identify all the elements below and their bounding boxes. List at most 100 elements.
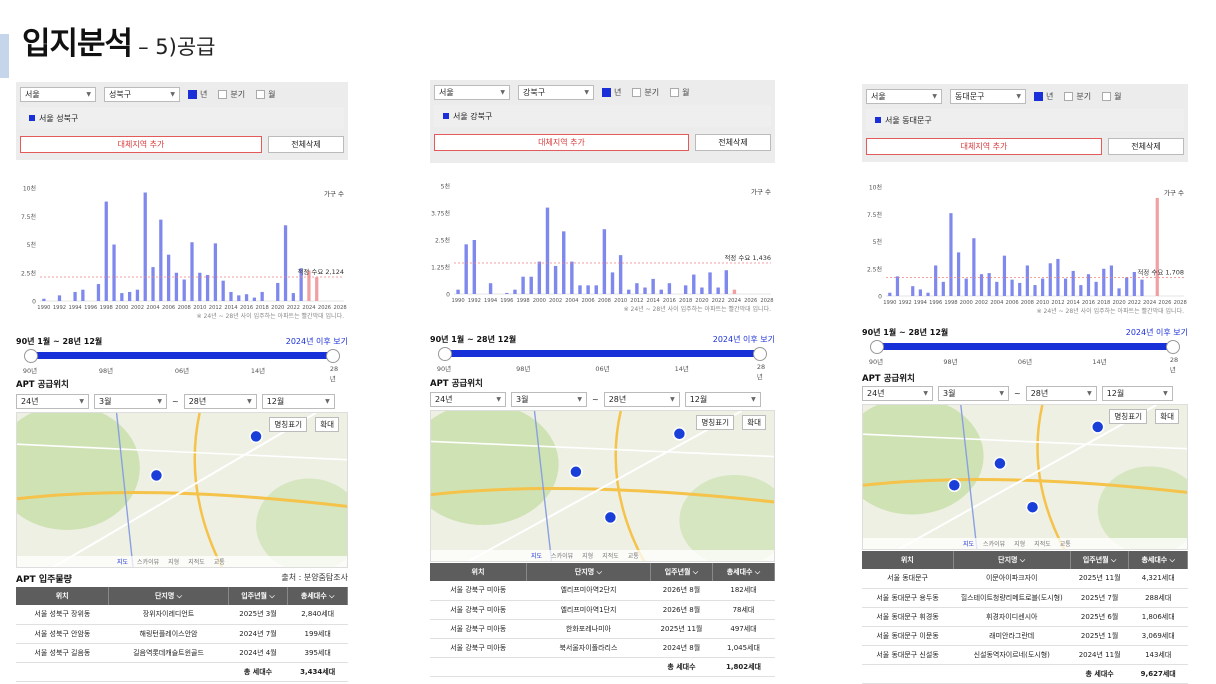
end-month-select[interactable]: 12월 ▼	[261, 394, 335, 409]
map-label-toggle-button[interactable]: 명칭표기	[269, 417, 307, 432]
column-header[interactable]: 입주년월 ⌵	[1070, 551, 1130, 569]
column-header[interactable]: 총세대수 ⌵	[1128, 551, 1188, 569]
checkbox[interactable]	[1034, 92, 1043, 101]
slider-start-handle[interactable]	[24, 348, 38, 363]
start-year-select[interactable]: 24년 ▼	[16, 394, 89, 409]
view-after-2024-link[interactable]: 2024년 이후 보기	[713, 334, 775, 345]
map-type-tab[interactable]: 지도	[531, 551, 542, 560]
freq-option-1[interactable]: 분기	[218, 89, 245, 100]
map-zoom-button[interactable]: 확대	[742, 415, 766, 430]
end-month-select[interactable]: 12월 ▼	[684, 392, 761, 407]
start-year-select[interactable]: 24년 ▼	[862, 386, 933, 401]
start-year-select[interactable]: 24년 ▼	[430, 392, 506, 407]
end-year-select[interactable]: 28년 ▼	[603, 392, 680, 407]
delete-all-button[interactable]: 전체삭제	[695, 134, 771, 151]
checkbox[interactable]	[670, 88, 680, 97]
start-month-select[interactable]: 3월 ▼	[938, 386, 1009, 401]
delete-all-button[interactable]: 전체삭제	[268, 136, 344, 153]
column-header[interactable]: 입주년월 ⌵	[650, 563, 713, 581]
map-pin-icon[interactable]	[993, 456, 1007, 471]
start-month-select[interactable]: 3월 ▼	[511, 392, 587, 407]
district-select[interactable]: 동대문구 ▼	[950, 89, 1026, 104]
map-pin-icon[interactable]	[603, 510, 618, 525]
slider-start-handle[interactable]	[870, 339, 884, 354]
range-slider-track[interactable]	[444, 350, 761, 357]
checkbox[interactable]	[602, 88, 611, 97]
legend-swatch	[875, 117, 881, 123]
map-type-tab[interactable]: 지형	[1014, 539, 1025, 548]
map-type-tab[interactable]: 교통	[628, 551, 639, 560]
map-type-tab[interactable]: 교통	[214, 557, 225, 566]
map-type-tab[interactable]: 지도	[117, 557, 128, 566]
map-type-tab[interactable]: 지적도	[188, 557, 205, 566]
map-pin-icon[interactable]	[1090, 420, 1105, 434]
bar	[659, 289, 663, 294]
map-type-tab[interactable]: 스카이뷰	[983, 539, 1005, 548]
x-tick-label: 2012	[209, 305, 222, 311]
column-header[interactable]: 단지명 ⌵	[953, 551, 1071, 569]
table-cell: 한화포레나미아	[526, 619, 651, 639]
freq-option-2[interactable]: 월	[1102, 91, 1121, 102]
apt-location-map[interactable]: 명칭표기 확대지도 스카이뷰 지형 지적도 교통	[862, 404, 1188, 550]
map-label-toggle-button[interactable]: 명칭표기	[1109, 409, 1147, 424]
map-type-tab[interactable]: 교통	[1060, 539, 1071, 548]
checkbox[interactable]	[632, 88, 642, 97]
map-pin-icon[interactable]	[1025, 500, 1040, 514]
end-year-select[interactable]: 28년 ▼	[183, 394, 257, 409]
slider-end-handle[interactable]	[753, 346, 767, 361]
freq-option-1[interactable]: 분기	[1064, 91, 1091, 102]
map-pin-icon[interactable]	[149, 468, 164, 483]
range-slider-track[interactable]	[30, 352, 334, 359]
freq-option-0[interactable]: 년	[602, 87, 621, 98]
map-type-tab[interactable]: 스카이뷰	[137, 557, 159, 566]
map-type-tab[interactable]: 지도	[963, 539, 974, 548]
column-header[interactable]: 단지명 ⌵	[526, 563, 651, 581]
column-header[interactable]: 총세대수 ⌵	[712, 563, 776, 581]
map-type-tab[interactable]: 스카이뷰	[551, 551, 573, 560]
add-region-button[interactable]: 대체지역 추가	[434, 134, 689, 151]
city-select[interactable]: 서울 ▼	[20, 87, 96, 102]
map-type-tab[interactable]: 지적도	[1034, 539, 1051, 548]
view-after-2024-link[interactable]: 2024년 이후 보기	[286, 336, 348, 347]
checkbox[interactable]	[1064, 92, 1074, 101]
map-pin-icon[interactable]	[947, 478, 962, 493]
apt-location-map[interactable]: 명칭표기 확대지도 스카이뷰 지형 지적도 교통	[16, 412, 348, 568]
map-type-tab[interactable]: 지적도	[602, 551, 619, 560]
map-pin-icon[interactable]	[569, 465, 583, 479]
map-pin-icon[interactable]	[672, 427, 687, 441]
map-type-tab[interactable]: 지형	[582, 551, 593, 560]
checkbox[interactable]	[218, 90, 228, 99]
range-slider-track[interactable]	[876, 343, 1174, 350]
slider-end-handle[interactable]	[1166, 339, 1180, 354]
checkbox[interactable]	[1102, 92, 1112, 101]
slider-start-handle[interactable]	[438, 346, 452, 361]
map-pin-icon[interactable]	[249, 429, 263, 444]
map-type-tab[interactable]: 지형	[168, 557, 179, 566]
freq-option-0[interactable]: 년	[188, 89, 207, 100]
freq-option-1[interactable]: 분기	[632, 87, 659, 98]
delete-all-button[interactable]: 전체삭제	[1108, 138, 1184, 155]
end-year-select[interactable]: 28년 ▼	[1025, 386, 1097, 401]
start-month-select[interactable]: 3월 ▼	[94, 394, 167, 409]
map-zoom-button[interactable]: 확대	[1155, 409, 1179, 424]
checkbox[interactable]	[188, 90, 197, 99]
freq-option-0[interactable]: 년	[1034, 91, 1053, 102]
end-month-select[interactable]: 12월 ▼	[1101, 386, 1173, 401]
map-label-toggle-button[interactable]: 명칭표기	[696, 415, 734, 430]
city-select[interactable]: 서울 ▼	[434, 85, 510, 100]
checkbox[interactable]	[256, 90, 266, 99]
freq-option-2[interactable]: 월	[670, 87, 689, 98]
district-select[interactable]: 성북구 ▼	[104, 87, 180, 102]
freq-option-2[interactable]: 월	[256, 89, 275, 100]
map-zoom-button[interactable]: 확대	[315, 417, 339, 432]
column-header[interactable]: 총세대수 ⌵	[287, 587, 348, 605]
city-select[interactable]: 서울 ▼	[866, 89, 942, 104]
view-after-2024-link[interactable]: 2024년 이후 보기	[1126, 327, 1188, 338]
slider-end-handle[interactable]	[326, 348, 340, 363]
add-region-button[interactable]: 대체지역 추가	[20, 136, 262, 153]
apt-location-map[interactable]: 명칭표기 확대지도 스카이뷰 지형 지적도 교통	[430, 410, 775, 562]
district-select[interactable]: 강북구 ▼	[518, 85, 594, 100]
column-header[interactable]: 단지명 ⌵	[108, 587, 229, 605]
column-header[interactable]: 입주년월 ⌵	[228, 587, 289, 605]
add-region-button[interactable]: 대체지역 추가	[866, 138, 1102, 155]
